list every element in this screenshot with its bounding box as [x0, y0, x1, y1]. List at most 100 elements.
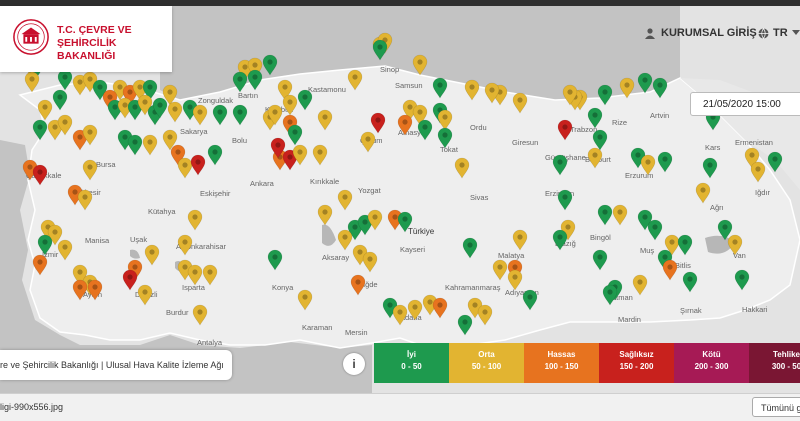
city-label: Trabzon: [570, 125, 597, 134]
marker-face-icon: [29, 76, 35, 82]
download-filename[interactable]: ligi-990x556.jpg: [0, 397, 63, 417]
ministry-logo[interactable]: T.C. ÇEVRE VE ŞEHİRCİLİK BAKANLIĞI: [0, 6, 172, 72]
marker-face-icon: [77, 269, 83, 275]
corporate-login-link[interactable]: KURUMSAL GİRİŞ: [645, 27, 757, 39]
marker-face-icon: [467, 242, 473, 248]
marker-face-icon: [472, 302, 478, 308]
marker-face-icon: [57, 94, 63, 100]
city-label: Ağrı: [710, 203, 724, 212]
marker-face-icon: [127, 274, 133, 280]
marker-face-icon: [417, 109, 423, 115]
login-label: KURUMSAL GİRİŞ: [661, 27, 757, 39]
legend-item-name: Tehlike: [773, 350, 800, 359]
city-label: Tokat: [440, 145, 459, 154]
info-icon[interactable]: i: [343, 353, 365, 375]
city-label: Sivas: [470, 193, 489, 202]
globe-icon: [758, 27, 769, 39]
city-label: Bitlis: [675, 261, 691, 270]
marker-face-icon: [157, 102, 163, 108]
marker-face-icon: [459, 162, 465, 168]
marker-face-icon: [122, 134, 128, 140]
marker-face-icon: [107, 94, 113, 100]
marker-face-icon: [372, 214, 378, 220]
marker-face-icon: [192, 269, 198, 275]
marker-face-icon: [462, 319, 468, 325]
marker-face-icon: [442, 114, 448, 120]
marker-face-icon: [182, 162, 188, 168]
legend-item-4: Kötü 200 - 300: [674, 343, 749, 383]
emblem-icon: [13, 19, 49, 55]
city-label: Kayseri: [400, 245, 425, 254]
legend-item-range: 0 - 50: [401, 362, 422, 371]
source-attribution: re ve Şehircilik Bakanlığı | Ulusal Hava…: [0, 350, 232, 380]
marker-face-icon: [375, 117, 381, 123]
marker-face-icon: [669, 239, 675, 245]
legend-item-1: Orta 50 - 100: [449, 343, 524, 383]
marker-face-icon: [365, 136, 371, 142]
marker-face-icon: [187, 104, 193, 110]
city-label: Ermenistan: [735, 138, 773, 147]
marker-face-icon: [97, 84, 103, 90]
marker-face-icon: [512, 274, 518, 280]
language-selector[interactable]: TR: [758, 27, 800, 39]
marker-face-icon: [182, 239, 188, 245]
country-label: Türkiye: [408, 227, 435, 236]
marker-face-icon: [217, 109, 223, 115]
marker-face-icon: [617, 209, 623, 215]
city-label: Kırıkkale: [310, 177, 339, 186]
legend-item-name: İyi: [407, 350, 416, 359]
city-label: Muş: [640, 246, 654, 255]
legend-item-2: Hassas 100 - 150: [524, 343, 599, 383]
marker-face-icon: [147, 84, 153, 90]
marker-face-icon: [362, 219, 368, 225]
marker-face-icon: [322, 209, 328, 215]
marker-face-icon: [317, 149, 323, 155]
marker-face-icon: [517, 234, 523, 240]
city-label: Uşak: [130, 235, 147, 244]
marker-face-icon: [197, 109, 203, 115]
marker-face-icon: [237, 109, 243, 115]
marker-face-icon: [592, 152, 598, 158]
marker-face-icon: [592, 112, 598, 118]
marker-face-icon: [645, 159, 651, 165]
marker-face-icon: [87, 164, 93, 170]
city-label: Isparta: [182, 283, 206, 292]
legend-item-name: Hassas: [547, 350, 576, 359]
marker-face-icon: [642, 77, 648, 83]
marker-face-icon: [652, 224, 658, 230]
marker-face-icon: [297, 149, 303, 155]
legend-item-3: Sağlıksız 150 - 200: [599, 343, 674, 383]
city-label: Ordu: [470, 123, 487, 132]
marker-face-icon: [77, 79, 83, 85]
download-bar: ligi-990x556.jpg Tümünü gö: [0, 393, 800, 421]
marker-face-icon: [72, 189, 78, 195]
marker-face-icon: [567, 89, 573, 95]
marker-face-icon: [27, 164, 33, 170]
marker-face-icon: [657, 82, 663, 88]
marker-face-icon: [662, 254, 668, 260]
city-label: Kastamonu: [308, 85, 346, 94]
legend-item-name: Orta: [478, 350, 495, 359]
marker-face-icon: [287, 99, 293, 105]
legend-item-5: Tehlike 300 - 50: [749, 343, 800, 383]
marker-face-icon: [52, 229, 58, 235]
marker-face-icon: [417, 59, 423, 65]
ministry-name-line2: ŞEHİRCİLİK BAKANLIĞI: [57, 37, 117, 62]
marker-face-icon: [122, 102, 128, 108]
marker-face-icon: [422, 124, 428, 130]
marker-face-icon: [707, 162, 713, 168]
ministry-name: T.C. ÇEVRE VE ŞEHİRCİLİK BAKANLIĞI: [57, 24, 172, 63]
marker-face-icon: [302, 294, 308, 300]
marker-face-icon: [557, 159, 563, 165]
city-label: Sinop: [380, 65, 399, 74]
marker-face-icon: [662, 156, 668, 162]
marker-face-icon: [287, 154, 293, 160]
marker-face-icon: [62, 74, 68, 80]
marker-face-icon: [402, 119, 408, 125]
marker-face-icon: [237, 76, 243, 82]
city-label: Şırnak: [680, 306, 702, 315]
show-all-button[interactable]: Tümünü gö: [752, 397, 800, 417]
datetime-picker[interactable]: 21/05/2020 15:00: [690, 92, 800, 116]
marker-face-icon: [287, 119, 293, 125]
marker-face-icon: [602, 209, 608, 215]
